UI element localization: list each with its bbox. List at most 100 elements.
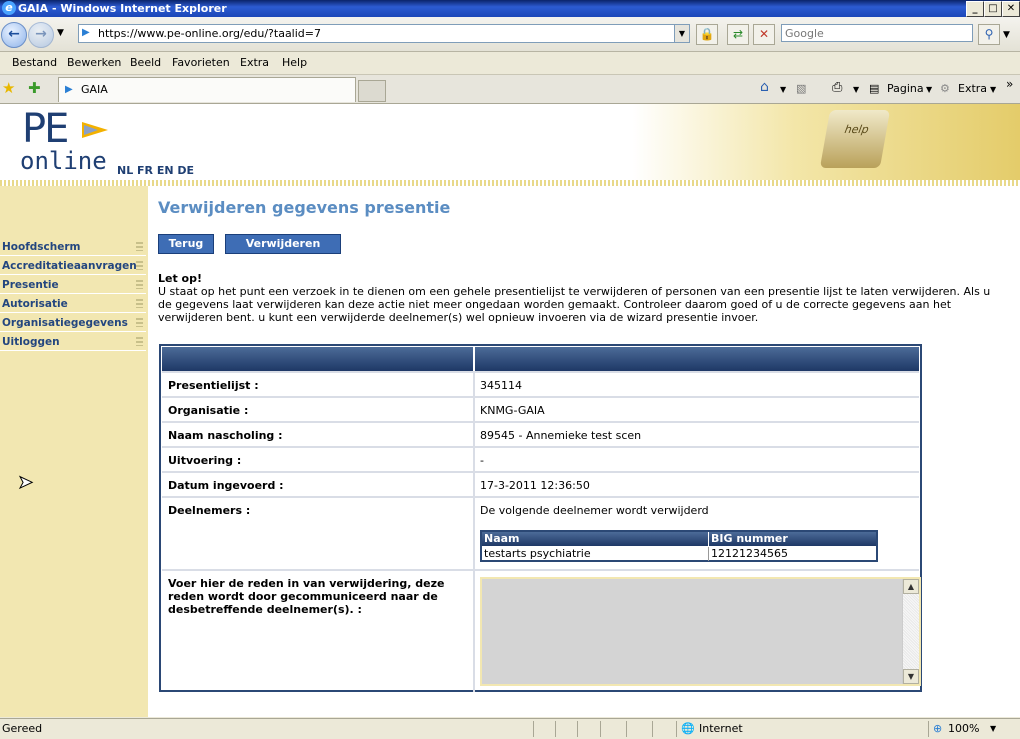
participant-row: testarts psychiatrie 12121234565 xyxy=(482,547,876,561)
menu-help[interactable]: Help xyxy=(282,56,307,69)
page-dropdown-icon[interactable]: ▼ xyxy=(926,85,932,94)
stop-icon[interactable]: ✕ xyxy=(753,24,775,45)
participants-header: Naam BIG nummer xyxy=(482,532,876,546)
page-viewport: PE online NL FR EN DE help Hoofdscherm A… xyxy=(0,104,1020,717)
status-separator xyxy=(928,721,929,737)
search-icon[interactable]: ⚲ xyxy=(978,24,1000,45)
maximize-button[interactable]: □ xyxy=(984,1,1002,17)
tools-menu[interactable]: Extra xyxy=(958,82,987,95)
sidebar-item-hoofdscherm[interactable]: Hoofdscherm xyxy=(0,238,146,256)
menu-extra[interactable]: Extra xyxy=(240,56,269,69)
lock-icon[interactable]: 🔒 xyxy=(696,24,718,45)
column-divider xyxy=(473,423,475,446)
table-row: Uitvoering : - xyxy=(162,446,919,471)
close-button[interactable]: ✕ xyxy=(1002,1,1020,17)
column-divider xyxy=(473,398,475,421)
globe-icon: 🌐 xyxy=(681,722,695,735)
add-favorite-icon[interactable]: ✚ xyxy=(28,79,41,97)
details-table: Presentielijst : 345114 Organisatie : KN… xyxy=(159,344,922,692)
participant-big: 12121234565 xyxy=(708,547,788,561)
tab-favicon-icon: ▶ xyxy=(65,84,73,95)
menu-beeld[interactable]: Beeld xyxy=(130,56,161,69)
site-header: PE online NL FR EN DE help xyxy=(0,104,1020,180)
menu-bewerken[interactable]: Bewerken xyxy=(67,56,121,69)
window-title: GAIA - Windows Internet Explorer xyxy=(18,2,227,15)
page-icon[interactable]: ▤ xyxy=(869,82,879,95)
zoom-dropdown-icon[interactable]: ▼ xyxy=(990,719,996,739)
menu-bestand[interactable]: Bestand xyxy=(12,56,57,69)
favorites-star-icon[interactable]: ★ xyxy=(2,79,15,97)
zoom-level[interactable]: 100% xyxy=(948,719,979,739)
logo-pe: PE xyxy=(22,106,69,152)
print-icon[interactable]: ⎙ xyxy=(832,80,842,95)
row-value: 345114 xyxy=(480,379,522,392)
print-dropdown-icon[interactable]: ▼ xyxy=(853,85,859,94)
history-dropdown-icon[interactable]: ▼ xyxy=(57,28,64,38)
logo-online: online xyxy=(20,147,107,175)
table-row: Presentielijst : 345114 xyxy=(162,371,919,396)
tools-dropdown-icon[interactable]: ▼ xyxy=(990,85,996,94)
row-label: Organisatie : xyxy=(168,404,249,417)
participants-intro: De volgende deelnemer wordt verwijderd xyxy=(480,504,709,517)
sidebar-item-label: Hoofdscherm xyxy=(2,241,81,253)
column-header-naam: Naam xyxy=(484,532,520,545)
window-title-bar: e GAIA - Windows Internet Explorer _ □ ✕ xyxy=(0,0,1020,17)
sidebar-item-label: Accreditatieaanvragen xyxy=(2,260,137,272)
page-menu[interactable]: Pagina xyxy=(887,82,924,95)
help-key-image: help xyxy=(819,110,891,168)
row-value: - xyxy=(480,454,484,467)
sidebar-item-uitloggen[interactable]: Uitloggen xyxy=(0,333,146,351)
address-bar[interactable]: ▶ https://www.pe-online.org/edu/?taalid=… xyxy=(78,24,690,43)
feeds-icon[interactable]: ▧ xyxy=(796,82,806,95)
menu-favorieten[interactable]: Favorieten xyxy=(172,56,230,69)
back-button[interactable]: Terug xyxy=(158,234,214,254)
language-selector[interactable]: NL FR EN DE xyxy=(117,164,194,177)
zoom-icon[interactable]: ⊕ xyxy=(933,719,942,739)
sidebar-item-presentie[interactable]: Presentie xyxy=(0,276,146,294)
sidebar: Hoofdscherm Accreditatieaanvragen Presen… xyxy=(0,186,148,717)
status-text: Gereed xyxy=(2,722,43,735)
table-header xyxy=(162,347,919,371)
refresh-icon[interactable]: ⇄ xyxy=(727,24,749,45)
scroll-up-icon[interactable]: ▲ xyxy=(903,579,919,594)
status-bar: Gereed 🌐 Internet ⊕ 100% ▼ xyxy=(0,718,1020,739)
sidebar-item-organisatiegegevens[interactable]: Organisatiegegevens xyxy=(0,314,146,332)
grip-icon xyxy=(136,299,143,308)
page-favicon-icon: ▶ xyxy=(82,27,90,38)
reason-textarea[interactable]: ▲ ▼ xyxy=(480,577,921,686)
sidebar-item-autorisatie[interactable]: Autorisatie xyxy=(0,295,146,313)
row-label: Naam nascholing : xyxy=(168,429,283,442)
delete-button[interactable]: Verwijderen xyxy=(225,234,341,254)
new-tab-button[interactable] xyxy=(358,80,386,102)
sidebar-item-accreditatieaanvragen[interactable]: Accreditatieaanvragen xyxy=(0,257,146,275)
search-input[interactable]: Google xyxy=(781,24,973,42)
toolbar-overflow-icon[interactable]: » xyxy=(1006,77,1013,91)
address-dropdown-icon[interactable]: ▼ xyxy=(674,25,689,42)
search-options-icon[interactable]: ▼ xyxy=(1003,30,1010,40)
forward-arrow-icon[interactable]: → xyxy=(28,22,54,48)
participants-row: Deelnemers : De volgende deelnemer wordt… xyxy=(162,496,919,569)
home-icon[interactable]: ⌂ xyxy=(760,79,769,95)
status-separator xyxy=(555,721,556,737)
back-arrow-icon[interactable]: ← xyxy=(1,22,27,48)
scroll-down-icon[interactable]: ▼ xyxy=(903,669,919,684)
sidebar-item-label: Uitloggen xyxy=(2,336,60,348)
tools-gear-icon[interactable]: ⚙ xyxy=(940,82,950,95)
sidebar-item-label: Presentie xyxy=(2,279,59,291)
table-row: Organisatie : KNMG-GAIA xyxy=(162,396,919,421)
sidebar-item-label: Autorisatie xyxy=(2,298,68,310)
status-separator xyxy=(533,721,534,737)
home-dropdown-icon[interactable]: ▼ xyxy=(780,85,786,94)
header-divider xyxy=(0,180,1020,186)
grip-icon xyxy=(136,261,143,270)
tab-gaia[interactable]: ▶ GAIA xyxy=(58,77,356,102)
row-label: Presentielijst : xyxy=(168,379,259,392)
status-separator xyxy=(600,721,601,737)
column-divider xyxy=(473,473,475,496)
status-separator xyxy=(652,721,653,737)
header-divider xyxy=(473,347,475,371)
column-divider xyxy=(473,498,475,569)
minimize-button[interactable]: _ xyxy=(966,1,984,17)
status-separator xyxy=(676,721,677,737)
grip-icon xyxy=(136,280,143,289)
